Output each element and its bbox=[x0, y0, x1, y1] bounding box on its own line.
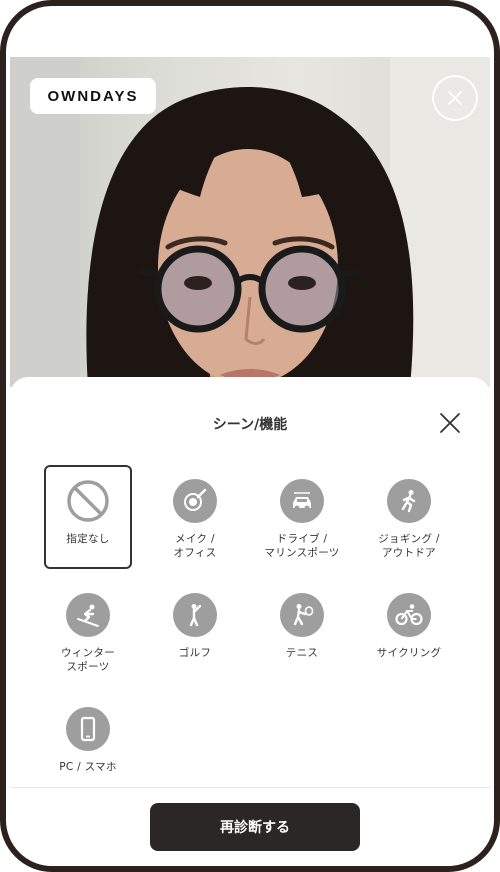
scene-grid: 指定なし メイク / オフィス ドライブ / マリンスポーツ ジョギング / ア… bbox=[44, 465, 474, 797]
scene-option-tennis[interactable]: テニス bbox=[258, 579, 346, 683]
scene-option-none[interactable]: 指定なし bbox=[44, 465, 132, 569]
scene-label: ゴルフ bbox=[178, 647, 212, 659]
scene-option-pc-smartphone[interactable]: PC / スマホ bbox=[44, 693, 132, 797]
scene-option-jogging-outdoor[interactable]: ジョギング / アウトドア bbox=[365, 465, 453, 569]
try-on-photo: OWNDAYS bbox=[10, 57, 490, 387]
scene-panel: シーン/機能 指定なし メイク / オフィス ドライブ / マリンスポーツ ジョ… bbox=[10, 377, 490, 866]
scene-option-golf[interactable]: ゴルフ bbox=[151, 579, 239, 683]
owndays-logo: OWNDAYS bbox=[30, 78, 156, 114]
scene-label: ウィンター スポーツ bbox=[61, 647, 115, 673]
makeup-icon bbox=[173, 479, 217, 523]
scene-option-drive-marine[interactable]: ドライブ / マリンスポーツ bbox=[258, 465, 346, 569]
running-icon bbox=[387, 479, 431, 523]
scene-label: ジョギング / アウトドア bbox=[378, 533, 440, 559]
no-symbol-icon bbox=[67, 480, 109, 522]
scene-label: ドライブ / マリンスポーツ bbox=[264, 533, 340, 559]
scene-label: PC / スマホ bbox=[59, 761, 117, 773]
scene-label: メイク / オフィス bbox=[173, 533, 217, 559]
scene-option-winter-sports[interactable]: ウィンター スポーツ bbox=[44, 579, 132, 683]
close-icon bbox=[448, 91, 462, 105]
device-frame: OWNDAYS シーン/機能 指定なし メイク / オフィス ドライブ / マリ… bbox=[0, 0, 500, 872]
ski-icon bbox=[66, 593, 110, 637]
tennis-icon bbox=[280, 593, 324, 637]
panel-title: シーン/機能 bbox=[212, 417, 288, 433]
divider bbox=[10, 787, 490, 788]
scene-option-makeup-office[interactable]: メイク / オフィス bbox=[151, 465, 239, 569]
panel-close-button[interactable] bbox=[436, 409, 464, 437]
scene-label: 指定なし bbox=[66, 533, 110, 545]
golf-icon bbox=[173, 593, 217, 637]
scene-option-cycling[interactable]: サイクリング bbox=[365, 579, 453, 683]
close-camera-button[interactable] bbox=[432, 75, 478, 121]
rediagnose-button[interactable]: 再診断する bbox=[150, 803, 360, 851]
scene-label: サイクリング bbox=[376, 647, 442, 659]
bicycle-icon bbox=[387, 593, 431, 637]
smartphone-icon bbox=[66, 707, 110, 751]
car-icon bbox=[280, 479, 324, 523]
close-icon bbox=[440, 413, 460, 433]
scene-label: テニス bbox=[285, 647, 319, 659]
